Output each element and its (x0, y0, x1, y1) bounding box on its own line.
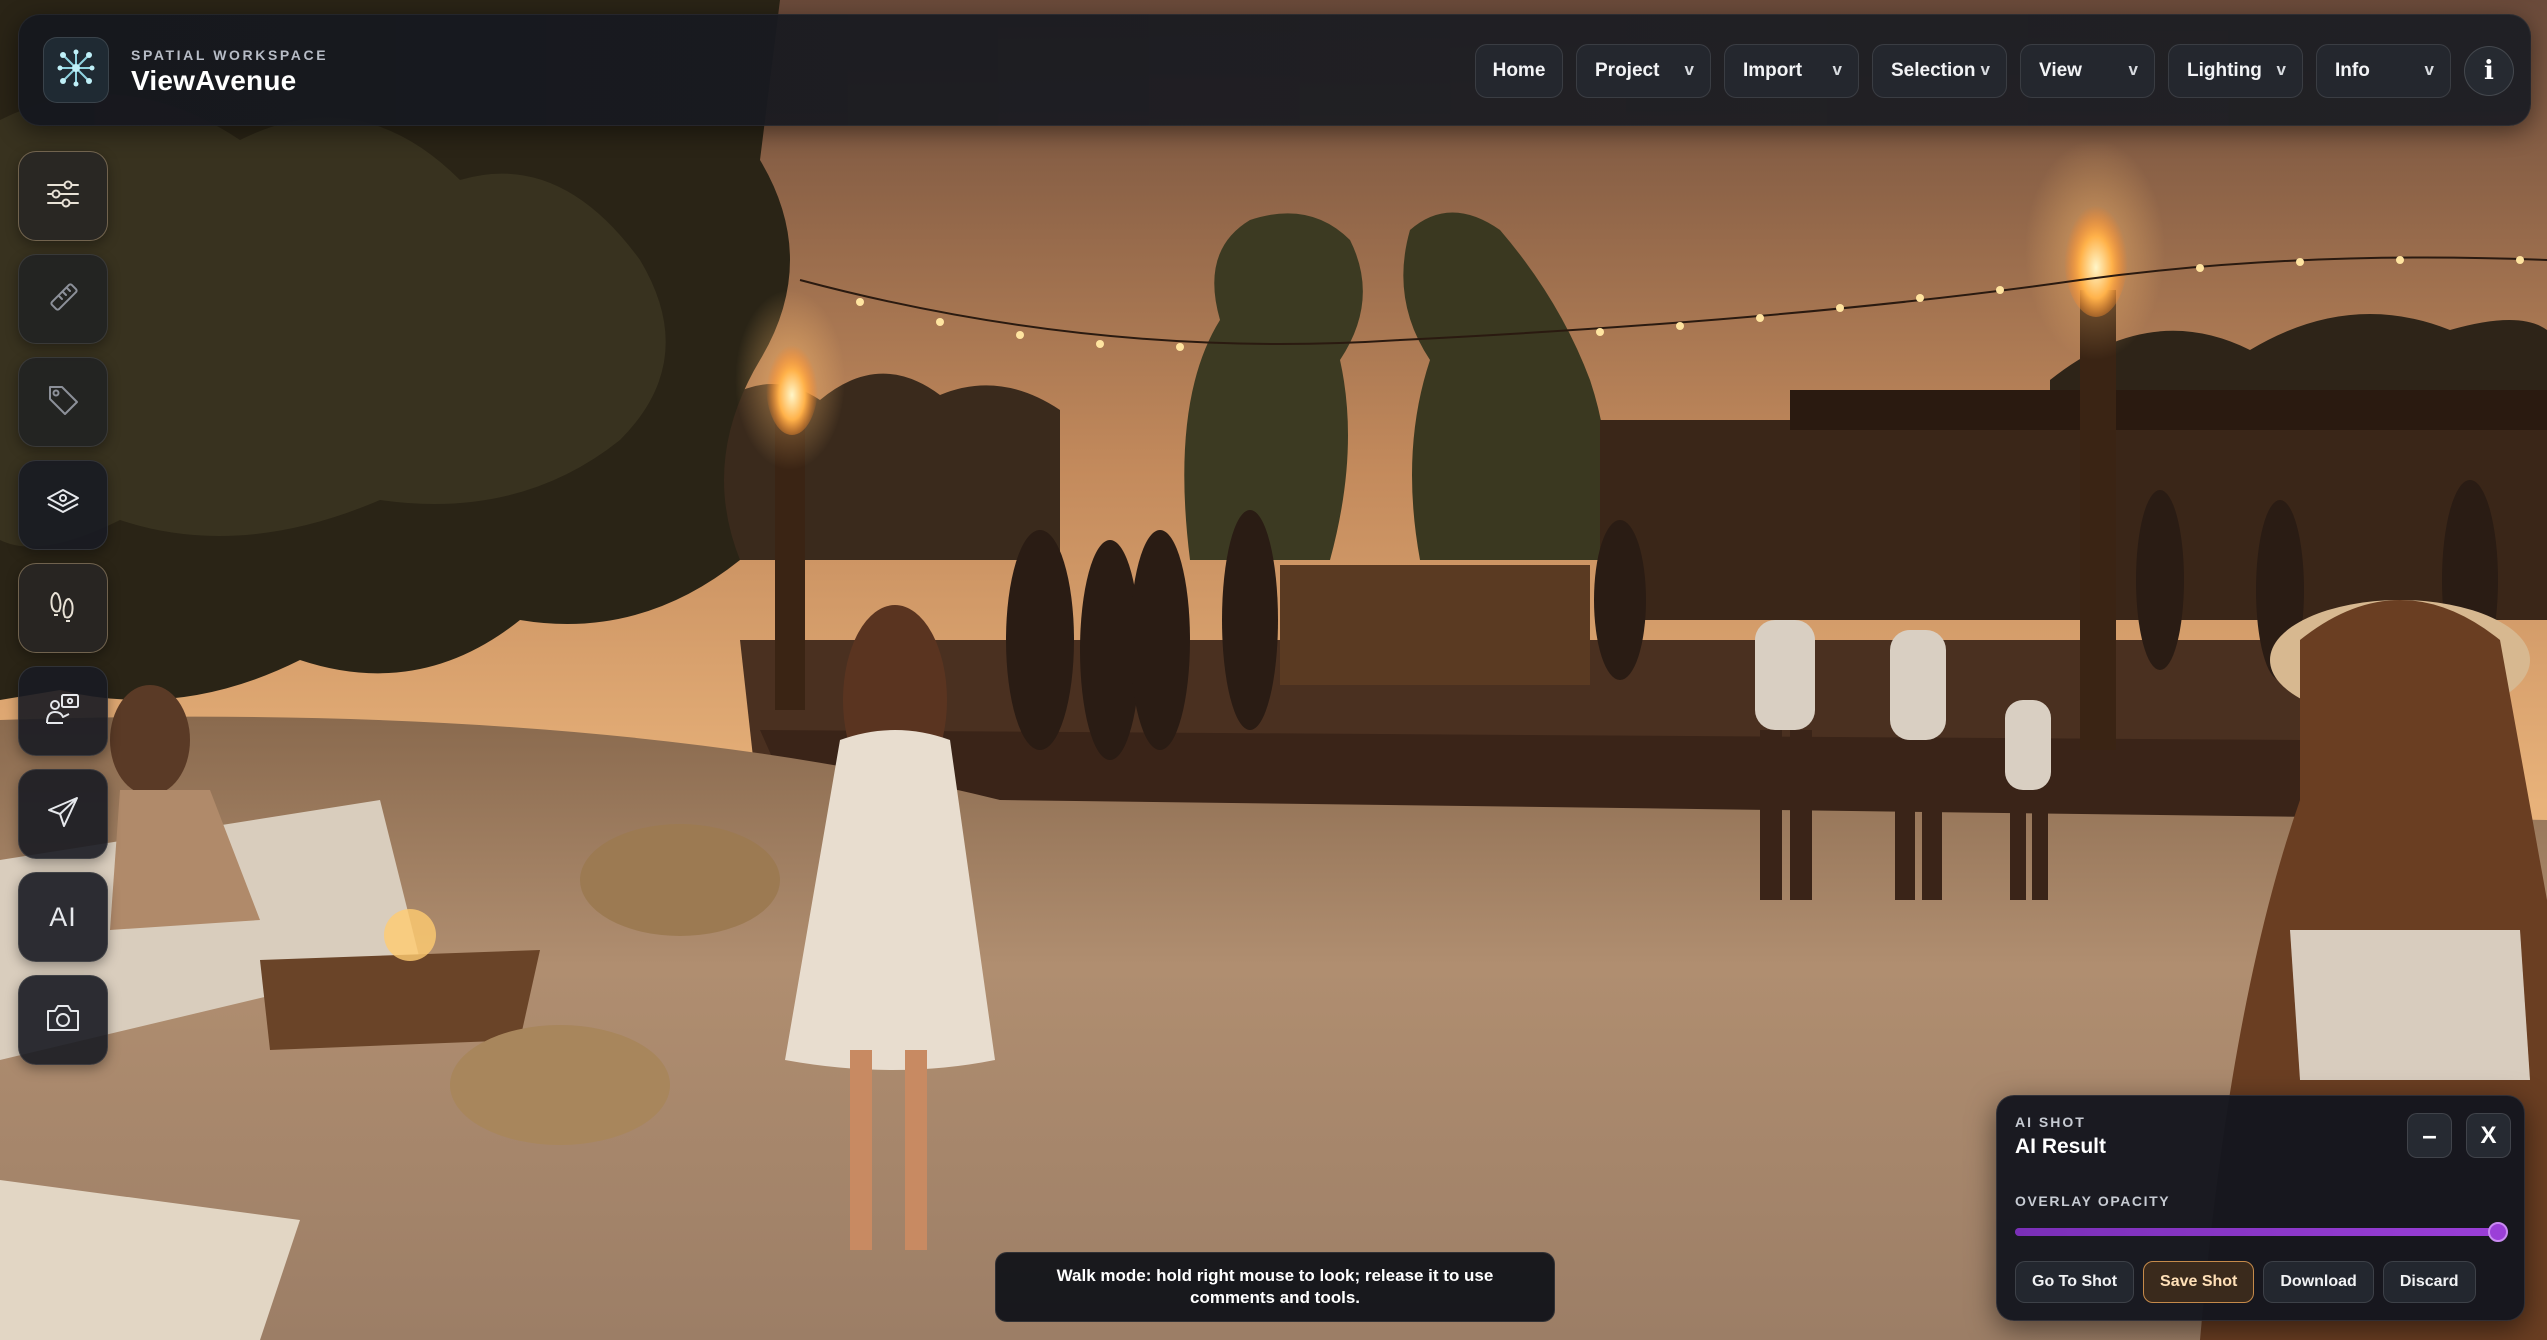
minimize-button[interactable]: – (2407, 1113, 2452, 1158)
chevron-down-icon: v (2276, 60, 2286, 79)
ai-panel-title: AI Result (2015, 1135, 2107, 1158)
overlay-opacity-slider[interactable] (2015, 1222, 2508, 1242)
info-button[interactable]: i (2464, 46, 2514, 96)
app-logo[interactable] (43, 37, 109, 103)
nav-import-menu[interactable]: Import v (1724, 44, 1859, 98)
ai-panel-actions: Go To Shot Save Shot Download Discard (2015, 1261, 2476, 1303)
discard-button[interactable]: Discard (2382, 1261, 2476, 1303)
ai-icon: AI (49, 901, 77, 932)
tool-presenter-button[interactable] (18, 666, 108, 756)
nav-view-menu[interactable]: View v (2020, 44, 2155, 98)
ruler-icon (44, 278, 82, 321)
top-header: SPATIAL WORKSPACE ViewAvenue Home Projec… (18, 14, 2531, 126)
slider-fill (2015, 1228, 2508, 1236)
go-to-shot-button[interactable]: Go To Shot (2015, 1261, 2135, 1303)
nav-selection-menu[interactable]: Selection v (1872, 44, 2007, 98)
sliders-icon (44, 175, 82, 218)
ai-panel-eyebrow: AI SHOT (2015, 1114, 2086, 1130)
nav-import-label: Import (1743, 60, 1803, 81)
main-nav: Home Project v Import v Selection v View… (1475, 44, 2514, 98)
chevron-down-icon: v (1832, 60, 1842, 79)
tool-camera-button[interactable] (18, 975, 108, 1065)
brand-title: ViewAvenue (131, 65, 297, 96)
tool-settings-button[interactable] (18, 151, 108, 241)
nav-selection-label: Selection (1891, 60, 1976, 81)
close-button[interactable]: X (2466, 1113, 2511, 1158)
chevron-down-icon: v (2424, 60, 2434, 79)
layers-icon (44, 484, 82, 527)
tool-measure-button[interactable] (18, 254, 108, 344)
paper-plane-icon (44, 793, 82, 836)
tool-tag-button[interactable] (18, 357, 108, 447)
network-nodes-icon (55, 47, 97, 94)
footsteps-icon (44, 587, 82, 630)
camera-icon (44, 999, 82, 1042)
tag-icon (44, 381, 82, 424)
tool-ai-button[interactable]: AI (18, 872, 108, 962)
nav-view-label: View (2039, 60, 2082, 81)
ai-shot-panel: AI SHOT AI Result – X OVERLAY OPACITY Go… (1996, 1095, 2525, 1321)
chevron-down-icon: v (2128, 60, 2138, 79)
nav-lighting-label: Lighting (2187, 60, 2262, 81)
overlay-opacity-label: OVERLAY OPACITY (2015, 1193, 2171, 1209)
person-board-icon (44, 690, 82, 733)
nav-project-label: Project (1595, 60, 1660, 81)
nav-lighting-menu[interactable]: Lighting v (2168, 44, 2303, 98)
slider-thumb[interactable] (2488, 1222, 2508, 1242)
nav-home-button[interactable]: Home (1475, 44, 1563, 98)
toast-message: Walk mode: hold right mouse to look; rel… (1056, 1266, 1494, 1307)
chevron-down-icon: v (1684, 60, 1694, 79)
walk-mode-toast: Walk mode: hold right mouse to look; rel… (995, 1252, 1555, 1322)
nav-info-menu[interactable]: Info v (2316, 44, 2451, 98)
nav-info-label: Info (2335, 60, 2370, 81)
save-shot-button[interactable]: Save Shot (2143, 1261, 2255, 1303)
tool-share-button[interactable] (18, 769, 108, 859)
download-button[interactable]: Download (2263, 1261, 2374, 1303)
brand-eyebrow: SPATIAL WORKSPACE (131, 47, 329, 63)
nav-project-menu[interactable]: Project v (1576, 44, 1711, 98)
tool-layers-button[interactable] (18, 460, 108, 550)
chevron-down-icon: v (1980, 60, 1990, 79)
tool-walk-button[interactable] (18, 563, 108, 653)
